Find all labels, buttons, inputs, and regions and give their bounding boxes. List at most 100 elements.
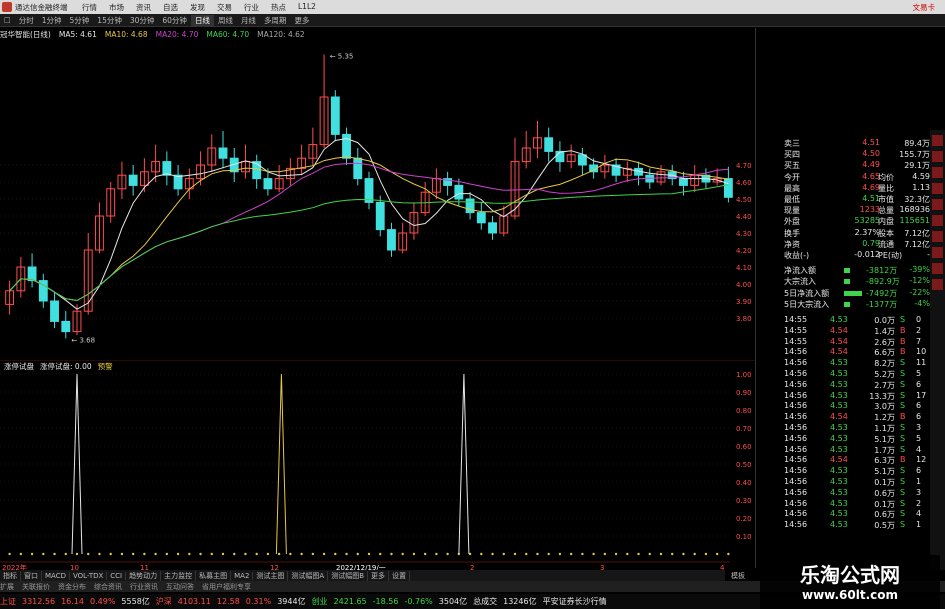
indicator-tab-bar: 指标 窗口 MACD VOL-TDX CCI 趋势动力 主力监控 私募主图 MA2 测试主图 测试幅… xyxy=(0,570,725,581)
kline-chart[interactable]: 4.70 4.60 4.50 4.40 4.30 4.20 4.10 4.00 3.90 3.80… xyxy=(0,40,755,358)
menu-item[interactable]: 资讯 xyxy=(136,2,151,13)
ind-tick: 0.90 xyxy=(736,389,752,397)
baseline-dot xyxy=(390,552,393,556)
menu-item[interactable]: 热点 xyxy=(271,2,286,13)
info-tab[interactable]: 综合资讯 xyxy=(94,582,122,592)
period-tab[interactable]: 更多 xyxy=(290,15,313,26)
menu-item[interactable]: 行业 xyxy=(244,2,259,13)
menu-item[interactable]: 行情 xyxy=(82,2,97,13)
candle-body xyxy=(128,174,138,186)
info-tab[interactable]: 互动问答 xyxy=(166,582,194,592)
indicator-tab[interactable]: 窗口 xyxy=(21,570,42,581)
side-tool-icon[interactable] xyxy=(932,183,943,194)
quote-label: 最高 xyxy=(784,183,800,193)
flow-bar xyxy=(844,301,850,307)
period-tab[interactable]: 月线 xyxy=(237,15,260,26)
info-tab[interactable]: 省用户福利专享 xyxy=(202,582,251,592)
cy-index-label[interactable]: 创业 xyxy=(312,596,328,607)
indicator-tab[interactable]: 趋势动力 xyxy=(126,570,162,581)
tick-row: 14:56 4.53 1.1万 S 3 xyxy=(780,423,930,434)
indicator-tab[interactable]: 主力监控 xyxy=(161,570,197,581)
tick-price: 4.53 xyxy=(830,444,848,454)
menu-item[interactable]: L1L2 xyxy=(298,2,316,13)
candle-body xyxy=(342,133,351,159)
baseline-dot xyxy=(379,552,382,556)
menu-item[interactable]: 市场 xyxy=(109,2,124,13)
indicator-tab[interactable]: 设置 xyxy=(389,570,411,581)
tick-volume: 0.1万 xyxy=(874,478,895,487)
trade-card-link[interactable]: 文易卡 xyxy=(913,2,936,13)
period-tab[interactable]: 30分钟 xyxy=(126,15,159,26)
baseline-dot xyxy=(87,552,90,556)
tick-price: 4.53 xyxy=(830,423,848,432)
tick-time: 14:55 xyxy=(784,325,808,335)
period-tab[interactable]: 周线 xyxy=(214,15,237,26)
period-tab[interactable]: 多周期 xyxy=(260,15,291,26)
side-tool-icon[interactable] xyxy=(932,263,943,274)
news-ticker[interactable]: 平安证券长沙行情 xyxy=(543,596,607,607)
flow-row: 5日大宗流入 -1377万 -4% xyxy=(780,299,930,310)
indicator-tab[interactable]: 测试幅图B xyxy=(328,570,369,581)
indicator-tab[interactable]: CCI xyxy=(107,571,127,580)
candle-body xyxy=(387,229,396,251)
period-tab[interactable]: 5分钟 xyxy=(66,15,94,26)
indicator-tab[interactable]: 更多 xyxy=(368,570,390,581)
tick-price: 4.54 xyxy=(830,325,848,335)
period-tab[interactable]: 日线 xyxy=(190,14,214,26)
tick-volume: 1.1万 xyxy=(874,424,895,433)
indicator-tab[interactable]: VOL-TDX xyxy=(70,571,108,580)
period-tab[interactable]: 分时 xyxy=(15,15,38,26)
tick-count: 2 xyxy=(916,498,922,508)
tick-volume: 1.4万 xyxy=(874,326,895,336)
period-tab[interactable]: 60分钟 xyxy=(158,15,191,26)
menu-item[interactable]: 自选 xyxy=(163,2,178,13)
period-tab[interactable]: 1分钟 xyxy=(38,15,66,26)
tick-count: 11 xyxy=(916,358,927,368)
baseline-dot xyxy=(53,552,56,556)
indicator-tab[interactable]: 测试主图 xyxy=(253,570,289,581)
side-tool-icon[interactable] xyxy=(932,167,943,178)
indicator-tab[interactable]: MACD xyxy=(42,571,70,580)
side-tool-icon[interactable] xyxy=(932,151,943,162)
candle-body xyxy=(544,137,554,152)
toolbar-toggle-icon[interactable]: ☐ xyxy=(0,16,15,25)
baseline-dot xyxy=(727,552,730,556)
template-button[interactable]: 模板 xyxy=(731,571,745,581)
stock-name[interactable]: 冠华智能(日线) xyxy=(0,29,51,40)
indicator-tab[interactable]: MA2 xyxy=(231,571,254,580)
watermark-title: 乐淘公式网 xyxy=(800,563,900,587)
hs-index-label[interactable]: 沪深 xyxy=(156,596,172,607)
indicator-tab[interactable]: 私募主图 xyxy=(196,570,232,581)
tick-side: B xyxy=(900,325,906,335)
tick-price: 4.54 xyxy=(830,347,848,357)
baseline-dot xyxy=(715,552,719,556)
info-tab[interactable]: 扩展 xyxy=(0,582,14,592)
period-tab[interactable]: 15分钟 xyxy=(93,15,126,26)
tick-count: 3 xyxy=(916,487,922,497)
quote-label: 最低 xyxy=(784,195,800,204)
side-tool-icon[interactable] xyxy=(932,279,943,290)
info-tab[interactable]: 资金分布 xyxy=(58,582,86,592)
hs-index-change: 12.58 xyxy=(216,597,240,606)
indicator-chart[interactable]: 1.00 0.90 0.80 0.70 0.60 0.50 0.40 0.30 0.20 0.10… xyxy=(0,360,755,570)
baseline-dot xyxy=(671,552,674,556)
indicator-tab[interactable]: 指标 xyxy=(0,570,21,581)
side-tool-icon[interactable] xyxy=(932,199,943,210)
tick-row: 14:56 4.53 0.1万 S 1 xyxy=(780,477,930,488)
side-tool-icon[interactable] xyxy=(932,135,943,146)
quote-value-2: 32.3亿 xyxy=(904,195,930,204)
menu-item[interactable]: 发现 xyxy=(190,2,205,13)
tick-row: 14:56 4.53 5.1万 S 5 xyxy=(780,434,930,445)
indicator-tab[interactable]: 测试幅图A xyxy=(288,570,329,581)
side-tool-icon[interactable] xyxy=(932,247,943,258)
sh-index-label[interactable]: 上证 xyxy=(0,596,16,607)
baseline-dot xyxy=(356,552,359,556)
side-tool-icon[interactable] xyxy=(932,215,943,226)
tick-side: S xyxy=(900,487,906,497)
info-tab[interactable]: 关联报价 xyxy=(22,582,50,592)
quote-value: 4.49 xyxy=(862,160,880,170)
flow-value: -3812万 xyxy=(866,266,898,276)
side-tool-icon[interactable] xyxy=(932,231,943,242)
menu-item[interactable]: 交易 xyxy=(217,2,232,13)
info-tab[interactable]: 行业资讯 xyxy=(130,582,158,592)
